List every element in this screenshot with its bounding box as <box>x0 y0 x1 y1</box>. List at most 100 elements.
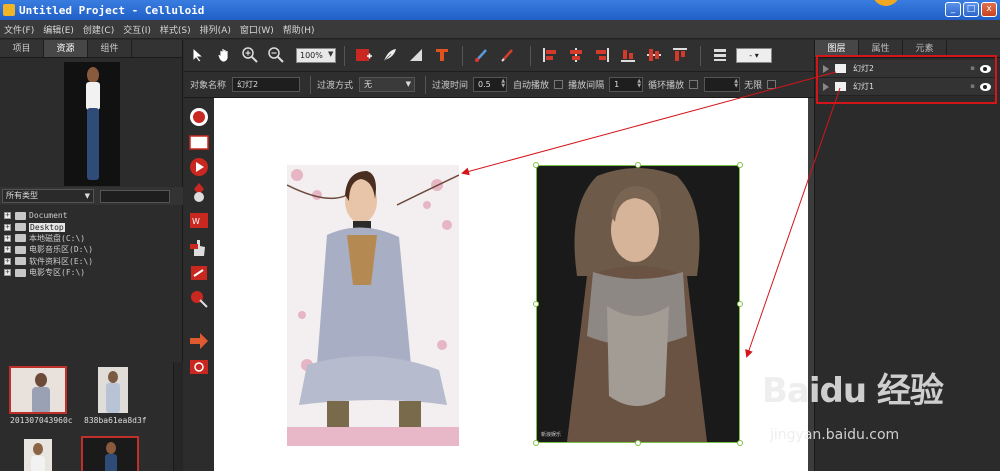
play-button[interactable] <box>188 156 210 178</box>
align-center-button[interactable] <box>566 45 586 65</box>
expand-icon[interactable]: + <box>4 212 11 220</box>
folder-icon <box>15 223 26 232</box>
tree-item-drive-d[interactable]: + 电影音乐区(D:\) <box>4 244 93 255</box>
resize-handle-bc[interactable] <box>635 440 641 446</box>
spacing-value: - <box>749 51 753 60</box>
zoom-out-button[interactable] <box>266 45 286 65</box>
align-right-button[interactable] <box>592 45 612 65</box>
menu-file[interactable]: 文件(F) <box>4 23 34 36</box>
object-name-input[interactable]: 幻灯2 <box>232 77 301 92</box>
tree-item-drive-f[interactable]: + 电影专区(F:\) <box>4 267 93 278</box>
type-filter-select[interactable]: 所有类型 ▼ <box>2 189 94 203</box>
link-icon <box>191 266 207 280</box>
hand-tool-button[interactable] <box>214 45 234 65</box>
shape-tool-button[interactable] <box>406 45 426 65</box>
transition-time-value: 0.5 <box>478 80 491 89</box>
loop-count-input[interactable]: ▲ ▼ <box>704 77 741 92</box>
thumbnail-scrollbar[interactable] <box>173 362 183 471</box>
tree-item-desktop[interactable]: + Desktop <box>4 221 93 232</box>
text-tool-button[interactable] <box>432 45 452 65</box>
resize-handle-tr[interactable] <box>737 162 743 168</box>
pin-icon <box>191 291 208 308</box>
align-bottom-button[interactable] <box>618 45 638 65</box>
preview-button[interactable] <box>188 356 210 378</box>
loop-checkbox[interactable] <box>689 80 699 89</box>
link-button[interactable] <box>188 262 210 284</box>
slide-photo-left[interactable] <box>287 165 459 446</box>
expand-icon[interactable]: + <box>4 223 11 231</box>
resize-handle-bl[interactable] <box>533 440 539 446</box>
folder-icon <box>15 245 26 254</box>
resize-handle-tc[interactable] <box>635 162 641 168</box>
tab-components[interactable]: 组件 <box>88 40 132 57</box>
pencil-tool-button[interactable] <box>498 45 518 65</box>
menu-window[interactable]: 窗口(W) <box>240 23 274 36</box>
zoom-in-button[interactable] <box>240 45 260 65</box>
align-middle-button[interactable] <box>644 45 664 65</box>
thumbnail-2[interactable] <box>83 366 141 414</box>
toolbar-divider <box>344 46 345 66</box>
resize-handle-mr[interactable] <box>737 301 743 307</box>
autoplay-checkbox[interactable] <box>554 80 564 89</box>
triangle-icon <box>410 49 422 61</box>
expand-icon[interactable]: + <box>4 257 11 265</box>
resize-handle-ml[interactable] <box>533 301 539 307</box>
transition-time-input[interactable]: 0.5 ▲ ▼ <box>473 77 508 92</box>
spinner-icon[interactable]: ▲ ▼ <box>637 79 641 89</box>
tree-item-drive-c[interactable]: + 本地磁盘(C:\) <box>4 233 93 244</box>
web-button[interactable]: W <box>188 210 210 232</box>
tree-item-label: Document <box>29 211 68 221</box>
move-icon <box>194 183 204 202</box>
slide-button[interactable] <box>188 132 210 154</box>
watermark-url: jingyan.baidu.com <box>770 427 900 443</box>
unlimited-checkbox[interactable] <box>767 80 777 89</box>
add-slide-button[interactable] <box>354 45 374 65</box>
select-tool-button[interactable] <box>188 45 208 65</box>
hand-cursor-button[interactable] <box>188 236 210 258</box>
tree-item-drive-e[interactable]: + 软件资料区(E:\) <box>4 256 93 267</box>
export-arrow-icon <box>190 333 208 349</box>
export-button[interactable] <box>188 330 210 352</box>
resource-search-input[interactable] <box>100 189 170 203</box>
menu-arrange[interactable]: 排列(A) <box>200 23 231 36</box>
menu-edit[interactable]: 编辑(E) <box>43 23 74 36</box>
brush-tool-button[interactable] <box>472 45 492 65</box>
record-button[interactable] <box>188 106 210 128</box>
menu-style[interactable]: 样式(S) <box>160 23 191 36</box>
align-left-button[interactable] <box>540 45 560 65</box>
transition-select[interactable]: 无 ▼ <box>359 77 416 92</box>
interval-input[interactable]: 1 ▲ ▼ <box>609 77 644 92</box>
expand-icon[interactable]: + <box>4 234 11 242</box>
menu-create[interactable]: 创建(C) <box>83 23 114 36</box>
resize-handle-tl[interactable] <box>533 162 539 168</box>
menu-interact[interactable]: 交互(I) <box>123 23 151 36</box>
move-button[interactable] <box>188 182 210 204</box>
expand-icon[interactable]: + <box>4 269 11 277</box>
thumbnail-4[interactable] <box>81 436 139 471</box>
toolbar-divider <box>700 46 701 66</box>
spacing-select[interactable]: - ▾ <box>736 48 772 63</box>
tab-project[interactable]: 项目 <box>0 40 44 57</box>
align-top-button[interactable] <box>670 45 690 65</box>
pen-tool-button[interactable] <box>380 45 400 65</box>
pin-button[interactable] <box>188 288 210 310</box>
thumbnail-1[interactable] <box>9 366 67 414</box>
thumbnail-3[interactable] <box>9 438 67 471</box>
spinner-icon[interactable]: ▲ ▼ <box>734 79 738 89</box>
close-button[interactable]: x <box>981 2 997 17</box>
distribute-button[interactable] <box>710 45 730 65</box>
chevron-down-icon[interactable]: ▼ <box>328 48 336 63</box>
resize-handle-br[interactable] <box>737 440 743 446</box>
align-center-icon <box>570 48 582 62</box>
tree-item-document[interactable]: + Document <box>4 210 93 221</box>
tab-resources[interactable]: 资源 <box>44 40 88 57</box>
menu-help[interactable]: 帮助(H) <box>283 23 315 36</box>
align-bottom-icon <box>621 50 635 62</box>
spinner-icon[interactable]: ▲ ▼ <box>501 79 505 89</box>
align-left-icon <box>543 48 556 62</box>
pointer-icon <box>192 47 205 63</box>
stage-canvas[interactable]: 新浪娱乐 <box>214 98 808 471</box>
maximize-button[interactable]: □ <box>963 2 979 17</box>
minimize-button[interactable]: _ <box>945 2 961 17</box>
expand-icon[interactable]: + <box>4 246 11 254</box>
